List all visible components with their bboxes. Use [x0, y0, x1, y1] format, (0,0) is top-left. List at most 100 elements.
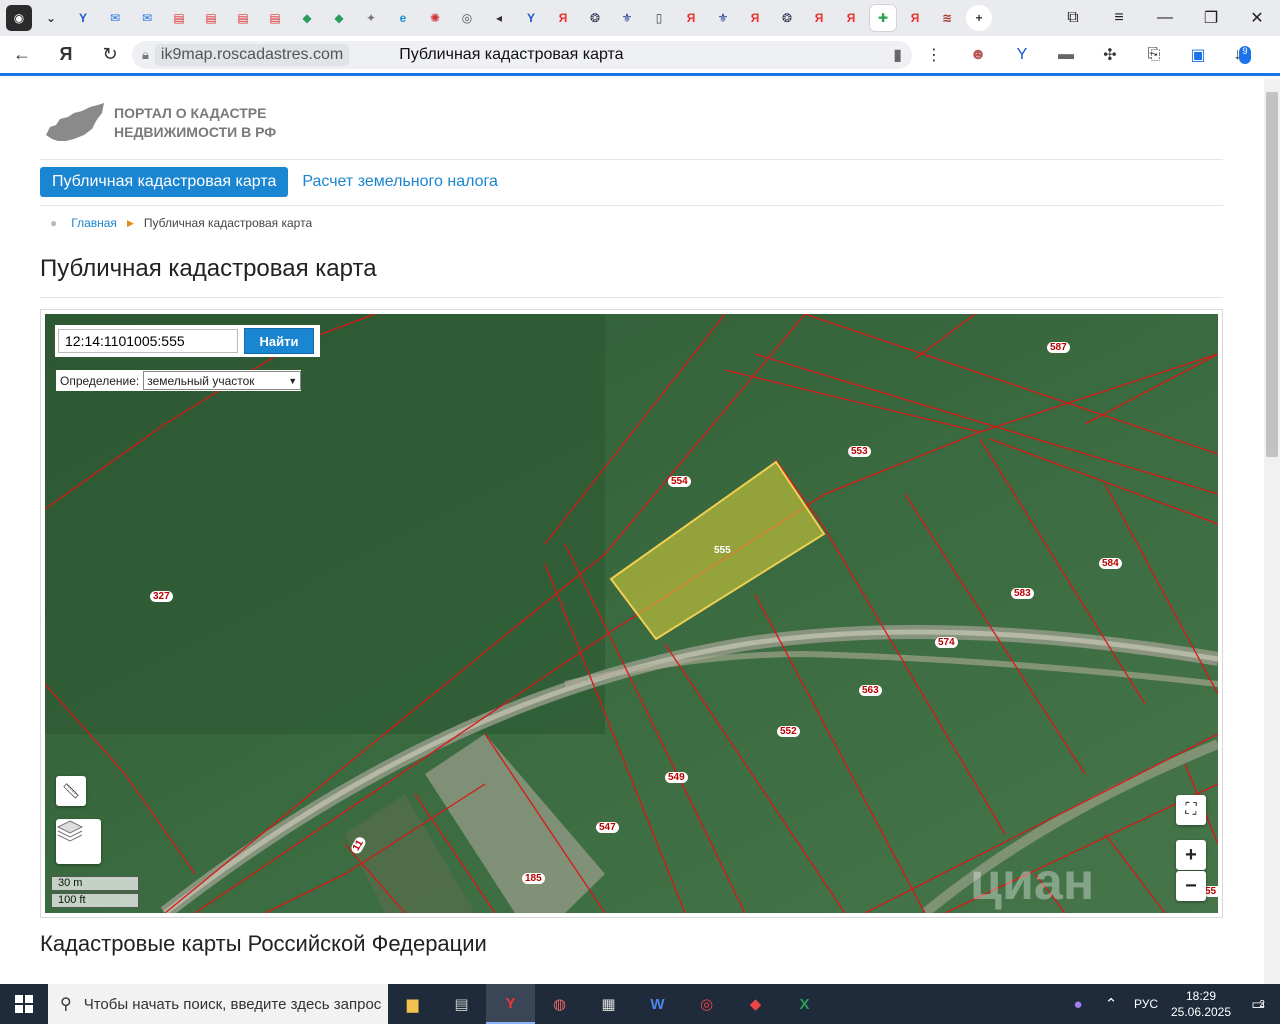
fullscreen-icon: ⛶ [1185, 801, 1197, 818]
tab-pdf-icon[interactable]: ▤ [166, 5, 192, 31]
notifications-icon[interactable]: ▭ 2 [1236, 984, 1280, 1024]
layers-button[interactable] [56, 819, 101, 864]
parcel-label[interactable]: 563 [859, 685, 882, 696]
ruler-measure-button[interactable]: 📏︎ [56, 776, 86, 806]
tab-emblem-icon[interactable]: ❂ [774, 5, 800, 31]
tab-audio-icon[interactable]: ◂ [486, 5, 512, 31]
tab-eagle-icon[interactable]: ⚜ [614, 5, 640, 31]
downloads-icon[interactable]: ↓ 9 [1220, 45, 1264, 64]
page-title: Публичная кадастровая карта [40, 255, 377, 282]
yandex-home-icon[interactable]: Я [44, 35, 88, 75]
parcel-label[interactable]: 583 [1011, 588, 1034, 599]
tab-gov-icon[interactable]: ◆ [326, 5, 352, 31]
parcel-label[interactable]: 327 [150, 591, 173, 602]
tab-yandex-icon[interactable]: Y [70, 5, 96, 31]
new-tab-plus-icon[interactable]: + [966, 5, 992, 31]
tab-yandex-red-icon[interactable]: Я [806, 5, 832, 31]
tab-emblem-icon[interactable]: ❂ [582, 5, 608, 31]
site-logo[interactable]: ПОРТАЛ О КАДАСТРЕ НЕДВИЖИМОСТИ В РФ [44, 101, 276, 145]
url-field[interactable]: 🔒︎ ik9map.roscadastres.com Публичная кад… [132, 40, 912, 69]
parcel-label[interactable]: 547 [596, 822, 619, 833]
app-circle-icon[interactable]: ◍ [535, 984, 584, 1024]
close-icon[interactable]: ✕ [1234, 0, 1280, 36]
cadastral-number-input[interactable] [58, 329, 238, 353]
tab-ornament-icon[interactable]: ✺ [422, 5, 448, 31]
parcel-label[interactable]: 574 [935, 637, 958, 648]
calculator-icon[interactable]: ▦ [584, 984, 633, 1024]
reload-icon[interactable]: ↻ [88, 35, 132, 75]
tab-globe-icon[interactable]: ◎ [454, 5, 480, 31]
zoom-out-button[interactable]: − [1176, 871, 1206, 901]
tab-sound-icon[interactable]: ◉ [6, 5, 32, 31]
tab-pdf-icon[interactable]: ▤ [230, 5, 256, 31]
menu-icon[interactable]: ≡ [1096, 0, 1142, 36]
definition-select[interactable]: земельный участок ▼ [143, 371, 302, 390]
tab-eagle-icon[interactable]: ⚜ [710, 5, 736, 31]
logo-line-1: ПОРТАЛ О КАДАСТРЕ [114, 105, 267, 121]
app-c-icon[interactable]: ◎ [682, 984, 731, 1024]
parcel-label[interactable]: 587 [1047, 342, 1070, 353]
back-icon[interactable]: ← [0, 35, 44, 75]
tab-pdf-icon[interactable]: ▤ [262, 5, 288, 31]
tab-mail-icon[interactable]: ✉ [102, 5, 128, 31]
tab-yandex-red-icon[interactable]: Я [742, 5, 768, 31]
anydesk-icon[interactable]: ◆ [731, 984, 780, 1024]
tab-crest-icon[interactable]: ✦ [358, 5, 384, 31]
parcel-label[interactable]: 185 [522, 873, 545, 884]
tab-wave-icon[interactable]: ≋ [934, 5, 960, 31]
extension-avatar-icon[interactable]: ☻ [956, 46, 1000, 64]
tab-yandex-red-icon[interactable]: Я [838, 5, 864, 31]
tab-yandex-red-icon[interactable]: Я [902, 5, 928, 31]
parcel-label[interactable]: 553 [848, 446, 871, 457]
parcel-label[interactable]: 584 [1099, 558, 1122, 569]
language-indicator[interactable]: РУС [1126, 997, 1166, 1011]
extension-yandex-icon[interactable]: Y [1000, 46, 1044, 64]
more-icon[interactable]: ⋮ [912, 45, 956, 65]
tab-yandex-red-icon[interactable]: Я [678, 5, 704, 31]
word-icon[interactable]: W [633, 984, 682, 1024]
parcel-label[interactable]: 554 [668, 476, 691, 487]
menu-item-cadastral-map[interactable]: Публичная кадастровая карта [40, 167, 289, 197]
fullscreen-button[interactable]: ⛶ [1176, 795, 1206, 825]
extension-wallet-icon[interactable]: ▬ [1044, 46, 1088, 64]
tab-yandex-red-icon[interactable]: Я [550, 5, 576, 31]
find-button[interactable]: Найти [244, 328, 314, 354]
parcel-label-highlighted[interactable]: 555 [711, 545, 734, 556]
yandex-browser-icon[interactable]: Y [486, 984, 535, 1024]
parcel-label[interactable]: 552 [777, 726, 800, 737]
breadcrumb-home[interactable]: Главная [71, 216, 117, 230]
tab-active-map-icon[interactable]: ✚ [870, 5, 896, 31]
tab-yandex-icon[interactable]: Y [518, 5, 544, 31]
extension-share-icon[interactable]: ⎘ [1132, 46, 1176, 64]
extension-image-icon[interactable]: ▣ [1176, 45, 1220, 65]
definition-label: Определение: [60, 373, 140, 388]
windows-taskbar: ⚲ Чтобы начать поиск, введите здесь запр… [0, 984, 1280, 1024]
tab-mail-icon[interactable]: ✉ [134, 5, 160, 31]
restore-icon[interactable]: ❐ [1188, 0, 1234, 36]
page-scrollbar-thumb[interactable] [1266, 92, 1278, 457]
collections-icon[interactable]: ⧉ [1050, 0, 1096, 36]
parcel-label[interactable]: 549 [665, 772, 688, 783]
tab-list-chevron-icon[interactable]: ⌄ [38, 5, 64, 31]
satellite-map-layer[interactable] [45, 314, 1218, 913]
app-window-icon[interactable]: ▤ [437, 984, 486, 1024]
excel-icon[interactable]: X [780, 984, 829, 1024]
tray-chevron-up-icon[interactable]: ⌃ [1096, 984, 1126, 1024]
clock[interactable]: 18:29 25.06.2025 [1166, 988, 1236, 1020]
minimize-icon[interactable]: — [1142, 0, 1188, 36]
cadastral-map[interactable]: 587 553 554 555 584 583 574 327 563 552 … [45, 314, 1218, 913]
file-explorer-icon[interactable]: ▆ [388, 984, 437, 1024]
tab-edge-icon[interactable]: e [390, 5, 416, 31]
tab-pdf-icon[interactable]: ▤ [198, 5, 224, 31]
start-button[interactable] [0, 984, 48, 1024]
extensions-puzzle-icon[interactable]: ✣ [1088, 45, 1132, 65]
taskbar-search[interactable]: ⚲ Чтобы начать поиск, введите здесь запр… [48, 984, 388, 1024]
breadcrumb-current: Публичная кадастровая карта [143, 216, 313, 230]
alice-icon[interactable]: ● [1060, 984, 1096, 1024]
tab-gov-icon[interactable]: ◆ [294, 5, 320, 31]
zoom-in-button[interactable]: + [1176, 840, 1206, 870]
tab-doc-icon[interactable]: ▯ [646, 5, 672, 31]
bookmark-icon[interactable]: ▮ [893, 45, 902, 65]
page-content: ПОРТАЛ О КАДАСТРЕ НЕДВИЖИМОСТИ В РФ Публ… [0, 79, 1264, 984]
menu-item-land-tax[interactable]: Расчет земельного налога [302, 173, 498, 191]
